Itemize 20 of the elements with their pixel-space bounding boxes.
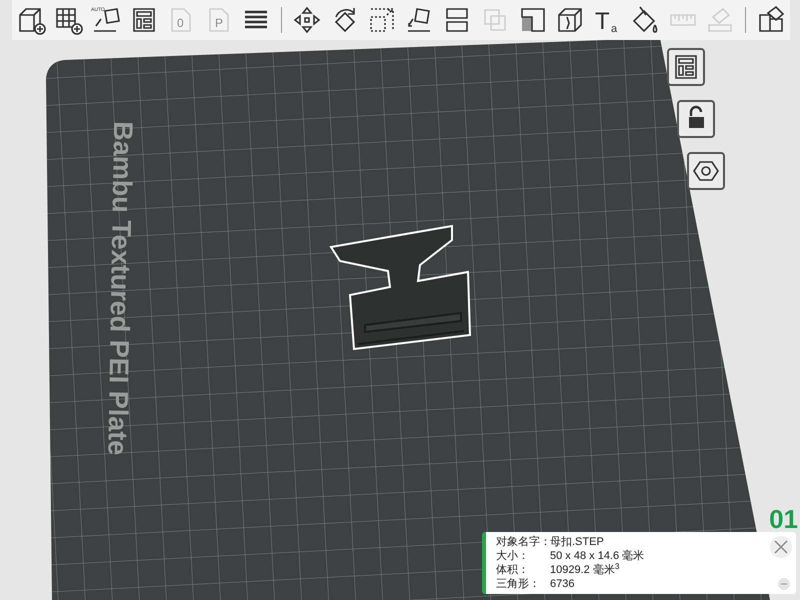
info-value: 6736 xyxy=(550,577,574,591)
info-label: 大小： xyxy=(496,549,530,563)
info-label: 三角形： xyxy=(496,577,541,591)
nut-button[interactable] xyxy=(687,152,725,190)
info-label: 体积： xyxy=(496,563,530,577)
paint-icon xyxy=(630,5,660,35)
info-value: 10929.2 毫米$^{3}$ xyxy=(550,563,620,577)
minimize-button[interactable] xyxy=(778,578,790,590)
close-button[interactable] xyxy=(770,536,792,558)
plate-label: Bambu Textured PEI Plate xyxy=(101,120,140,458)
add-plate-icon xyxy=(53,5,84,35)
unlock-button[interactable] xyxy=(677,100,715,138)
layout-button[interactable] xyxy=(667,48,705,86)
close-icon xyxy=(774,540,788,554)
move-icon xyxy=(292,5,322,35)
info-value: 50 x 48 x 14.6 毫米 xyxy=(550,549,644,563)
info-label: 对象名字： xyxy=(496,535,550,549)
info-value: 母扣.STEP xyxy=(550,535,604,549)
minus-icon xyxy=(781,583,787,585)
plate-number: 01 xyxy=(769,503,798,536)
